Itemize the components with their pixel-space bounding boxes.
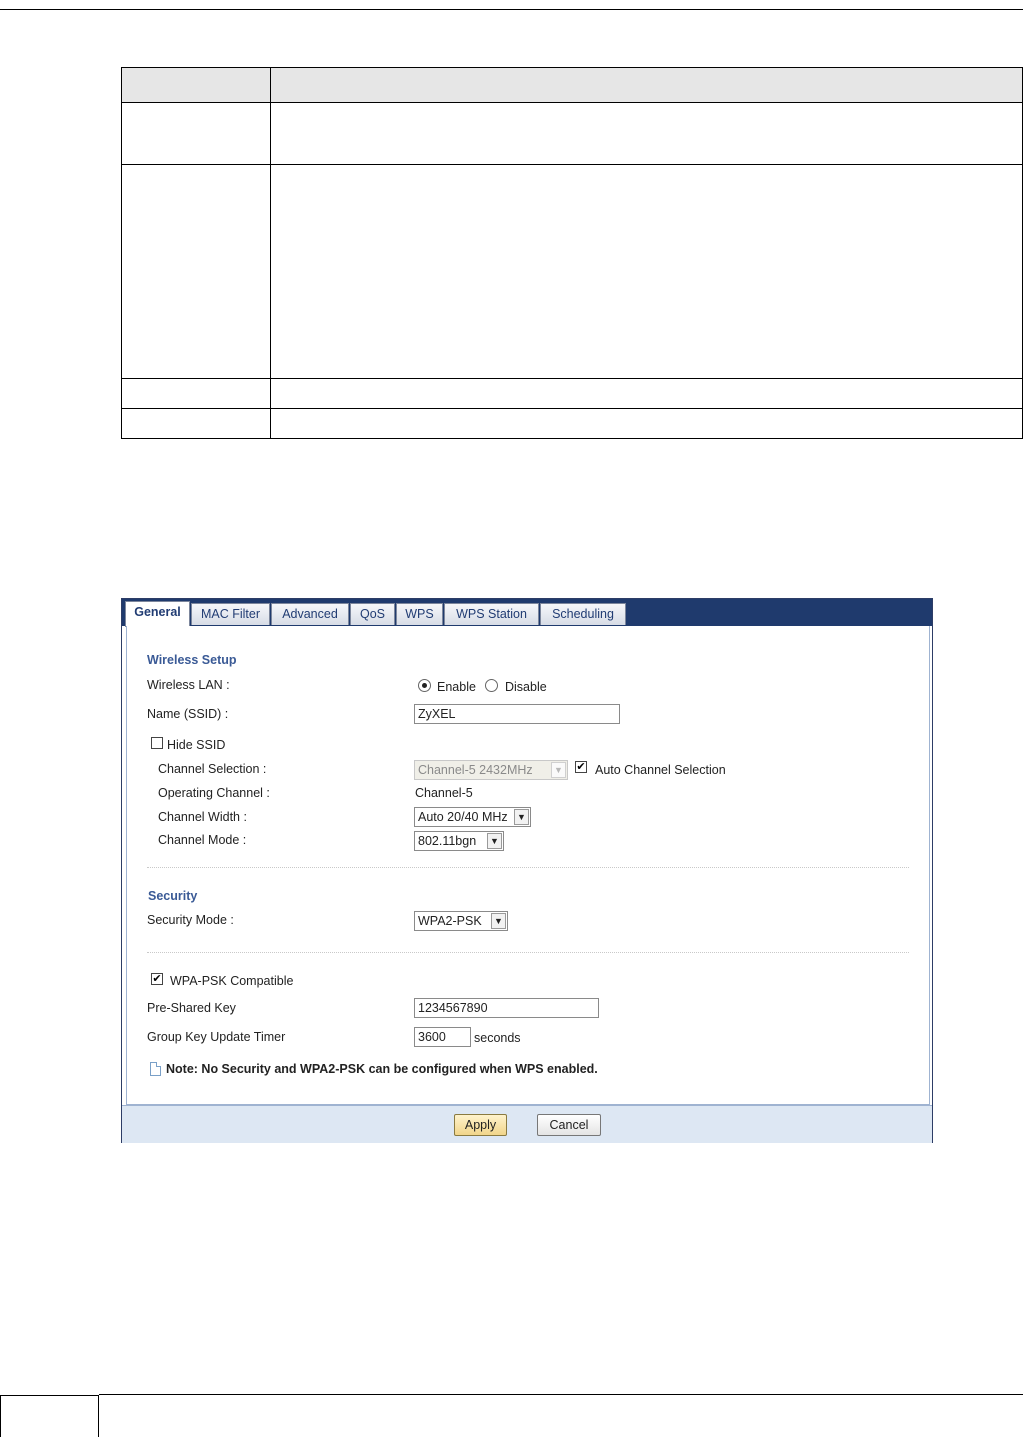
description-table	[121, 67, 1023, 439]
channel-width-value: Auto 20/40 MHz	[418, 810, 508, 824]
table-header-cell	[121, 67, 271, 103]
pre-shared-key-label: Pre-Shared Key	[147, 1001, 236, 1015]
wireless-lan-enable-radio[interactable]	[418, 679, 431, 692]
channel-selection-value: Channel-5 2432MHz	[418, 763, 533, 777]
tab-bar: General MAC Filter Advanced QoS WPS WPS …	[122, 599, 932, 627]
channel-width-select[interactable]: Auto 20/40 MHz ▼	[414, 807, 531, 827]
table-row	[121, 164, 1023, 379]
ssid-input[interactable]: ZyXEL	[414, 704, 620, 724]
channel-mode-select[interactable]: 802.11bgn ▼	[414, 831, 504, 851]
table-header-row	[121, 67, 1023, 103]
security-mode-select[interactable]: WPA2-PSK ▼	[414, 911, 508, 931]
tab-advanced[interactable]: Advanced	[271, 603, 349, 625]
hide-ssid-checkbox[interactable]	[151, 737, 163, 749]
table-cell	[270, 408, 1023, 439]
page-number-box	[0, 1395, 99, 1437]
table-cell	[121, 164, 271, 379]
channel-mode-label: Channel Mode :	[158, 833, 247, 847]
chevron-down-icon: ▼	[551, 762, 566, 778]
wps-note: Note: No Security and WPA2-PSK can be co…	[166, 1062, 598, 1076]
table-cell	[121, 102, 271, 165]
channel-width-label: Channel Width :	[158, 810, 247, 824]
page-footer-rule	[99, 1394, 1023, 1395]
tab-scheduling[interactable]: Scheduling	[540, 603, 626, 625]
table-cell	[121, 408, 271, 439]
section-divider	[147, 867, 909, 868]
wireless-lan-label: Wireless LAN :	[147, 678, 230, 692]
cancel-button[interactable]: Cancel	[537, 1114, 601, 1136]
tab-wps-station[interactable]: WPS Station	[444, 603, 539, 625]
pre-shared-key-input[interactable]: 1234567890	[414, 998, 599, 1018]
disable-label: Disable	[505, 680, 547, 694]
auto-channel-label: Auto Channel Selection	[595, 763, 726, 777]
tab-wps[interactable]: WPS	[396, 603, 443, 625]
wireless-general-panel: General MAC Filter Advanced QoS WPS WPS …	[121, 598, 933, 1143]
enable-label: Enable	[437, 680, 476, 694]
table-cell	[270, 378, 1023, 409]
table-row	[121, 102, 1023, 165]
page-header-rule	[0, 9, 1023, 10]
table-cell	[270, 102, 1023, 165]
security-mode-label: Security Mode :	[147, 913, 234, 927]
wpa-psk-compatible-label: WPA-PSK Compatible	[170, 974, 294, 988]
operating-channel-value: Channel-5	[415, 786, 473, 800]
chevron-down-icon: ▼	[487, 833, 502, 849]
table-row	[121, 408, 1023, 439]
tab-qos[interactable]: QoS	[350, 603, 395, 625]
note-icon	[150, 1062, 161, 1076]
wireless-lan-disable-radio[interactable]	[485, 679, 498, 692]
section-divider	[147, 952, 909, 953]
panel-content: Wireless Setup Wireless LAN : Enable Dis…	[126, 626, 930, 1105]
seconds-unit-label: seconds	[474, 1031, 521, 1045]
table-row	[121, 378, 1023, 409]
group-key-update-timer-label: Group Key Update Timer	[147, 1030, 286, 1044]
auto-channel-checkbox[interactable]: ✔	[575, 761, 587, 773]
operating-channel-label: Operating Channel :	[158, 786, 270, 800]
hide-ssid-label: Hide SSID	[167, 738, 226, 752]
tab-mac-filter[interactable]: MAC Filter	[191, 603, 270, 625]
security-mode-value: WPA2-PSK	[418, 914, 482, 928]
button-bar: Apply Cancel	[122, 1105, 932, 1143]
tab-general[interactable]: General	[125, 601, 190, 627]
channel-selection-select[interactable]: Channel-5 2432MHz ▼	[414, 760, 568, 780]
wpa-psk-compatible-checkbox[interactable]: ✔	[151, 973, 163, 985]
group-key-update-timer-input[interactable]: 3600	[414, 1027, 471, 1047]
channel-mode-value: 802.11bgn	[418, 834, 477, 848]
table-cell	[121, 378, 271, 409]
channel-selection-label: Channel Selection :	[158, 762, 267, 776]
chevron-down-icon: ▼	[491, 913, 506, 929]
ssid-label: Name (SSID) :	[147, 707, 229, 721]
apply-button[interactable]: Apply	[454, 1114, 507, 1136]
section-title-security: Security	[148, 889, 198, 903]
table-header-cell	[270, 67, 1023, 103]
section-title-wireless-setup: Wireless Setup	[147, 653, 237, 667]
table-cell	[270, 164, 1023, 379]
chevron-down-icon: ▼	[514, 809, 529, 825]
